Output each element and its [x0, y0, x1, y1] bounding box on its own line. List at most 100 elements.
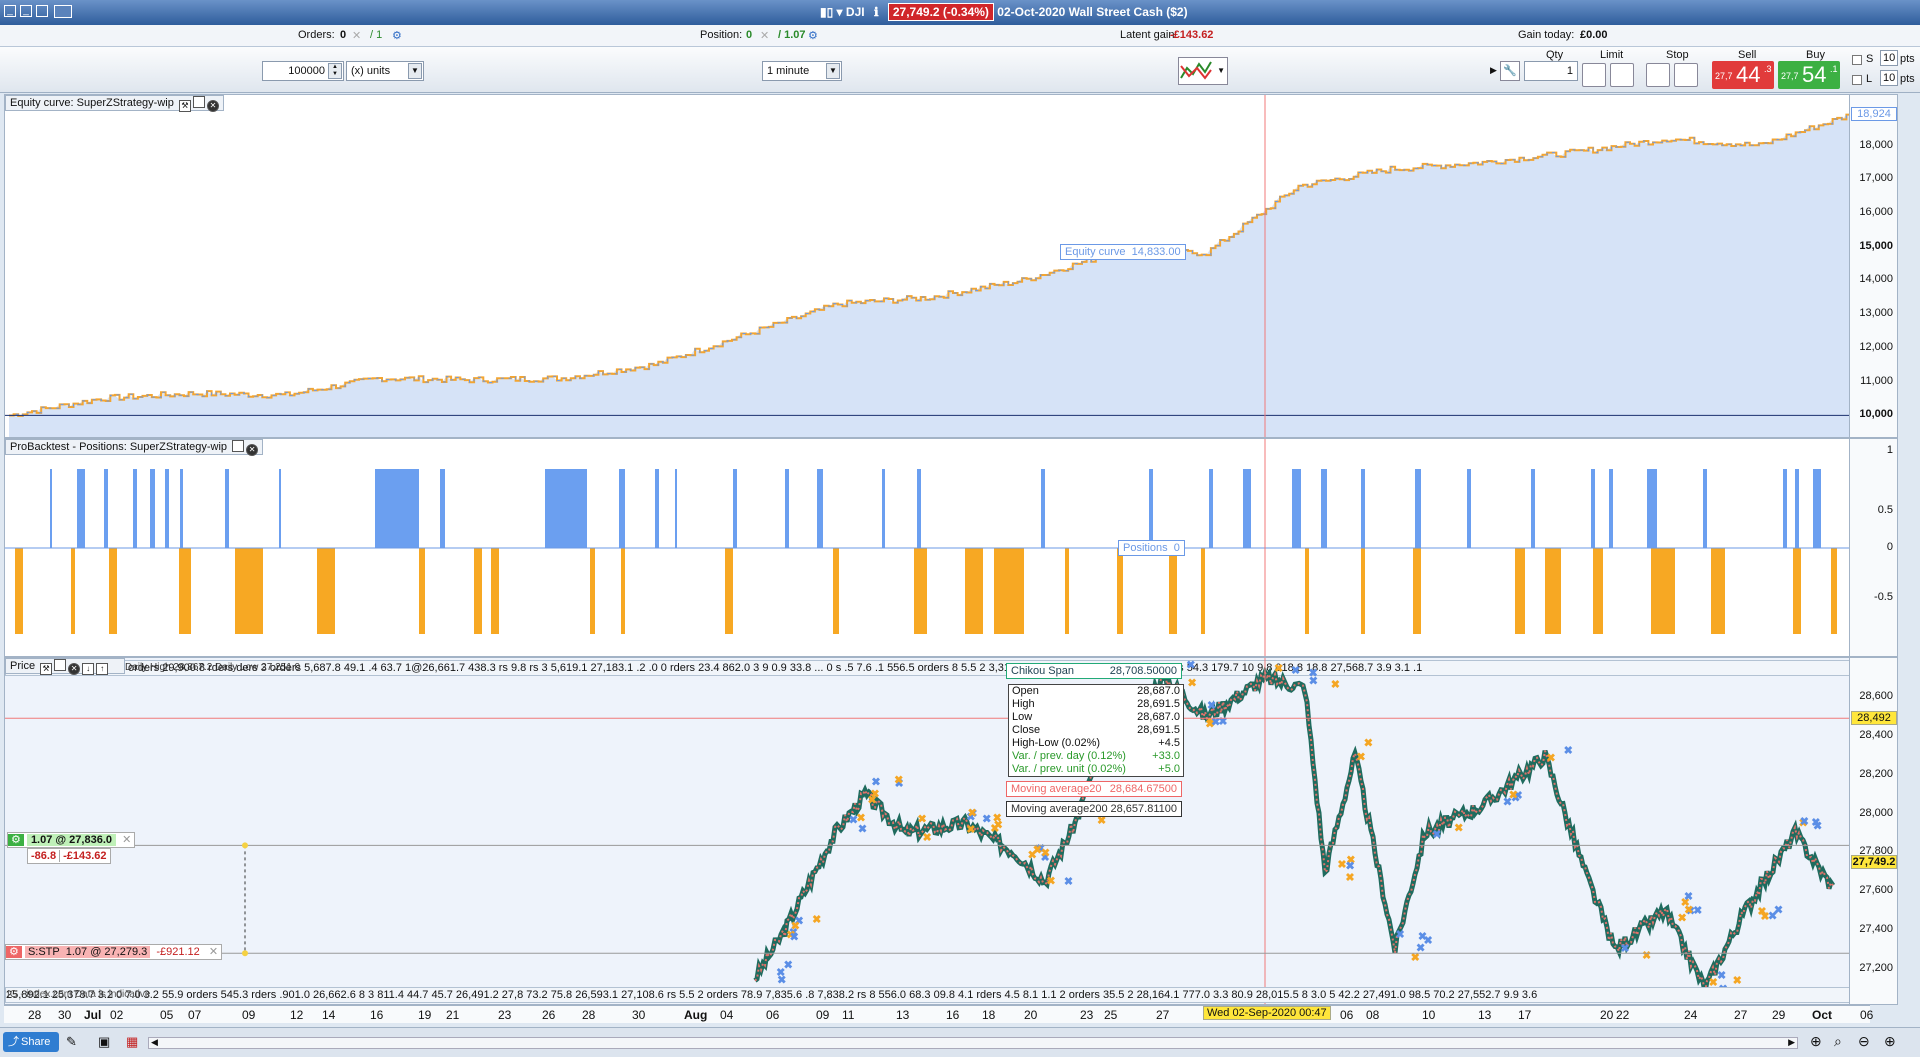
info-icon[interactable]: ℹ	[874, 5, 879, 19]
x-tick-label: 13	[1478, 1008, 1492, 1022]
short-position-bar	[491, 548, 499, 634]
wrench-icon[interactable]: ⚒	[40, 663, 53, 675]
close-order-icon[interactable]: ✕	[206, 946, 221, 958]
equity-curve-panel: Equity curve: SuperZStrategy-wip ⚒ ✕ 18,0…	[4, 94, 1898, 438]
zoom-in-icon[interactable]: ⊕	[1884, 1033, 1896, 1050]
close-icon[interactable]: ✕	[206, 100, 219, 112]
instrument-name[interactable]: DJI	[846, 5, 865, 19]
sell-button[interactable]: 27,7 44 .3	[1712, 61, 1774, 89]
wrench-icon[interactable]: 🔧	[1500, 61, 1520, 81]
long-position-bar	[133, 469, 137, 548]
ohlc-row-value: +33.0	[1152, 750, 1180, 762]
buy-limit-button[interactable]	[1582, 63, 1606, 87]
arrow-down-icon[interactable]: ↓	[82, 663, 95, 675]
stop-pts-value: 10	[1883, 52, 1896, 64]
sell-stop-button[interactable]	[1674, 63, 1698, 87]
l-label: L	[1866, 73, 1873, 85]
short-position-bar	[419, 548, 425, 634]
stop-pts-input[interactable]: 10	[1880, 50, 1898, 66]
current-date: 02-Oct-2020	[997, 5, 1066, 19]
timeframe-select[interactable]: 1 minute ▼	[762, 61, 842, 81]
limit-label: Limit	[1600, 49, 1624, 61]
settings-icon[interactable]: ⚙	[6, 946, 22, 958]
long-position-bar	[1591, 469, 1595, 548]
drawing-tools-icon[interactable]: ✎	[66, 1034, 77, 1050]
orders-detail-icon[interactable]: ⚙	[392, 29, 402, 42]
long-position-bar	[375, 469, 419, 548]
long-position-bar	[619, 469, 625, 548]
arrow-up-icon[interactable]: ↑	[96, 663, 109, 675]
position-points: -86.8	[31, 850, 57, 862]
x-tick-label: Oct	[1812, 1008, 1833, 1022]
price-candles	[753, 665, 1836, 993]
keyboard-icon[interactable]	[54, 5, 72, 18]
trade-marker: ✖	[1033, 845, 1042, 857]
sell-limit-button[interactable]	[1610, 63, 1634, 87]
qty-amount-input[interactable]: 100000 ▲ ▼	[262, 61, 344, 81]
ohlc-row: Var. / prev. unit (0.02%) +5.0	[1009, 763, 1183, 776]
equity-last-value: 18,924	[1851, 107, 1897, 122]
long-position-bar	[1243, 469, 1251, 548]
position-detail-icon[interactable]: ⚙	[808, 29, 818, 42]
settings-icon[interactable]: ⚙	[8, 834, 24, 846]
close-icon[interactable]: ✕	[68, 663, 81, 675]
spinner-icon[interactable]: ▲ ▼	[328, 63, 342, 79]
chart-indicator-icon	[1180, 61, 1212, 80]
stop-checkbox[interactable]	[1852, 55, 1862, 65]
scroll-right-icon[interactable]: ▶	[1788, 1037, 1795, 1048]
limit-pts-input[interactable]: 10	[1880, 70, 1898, 86]
close-position-icon[interactable]: ✕	[119, 834, 134, 846]
expand-icon[interactable]: ▶	[1490, 65, 1497, 76]
horizontal-scrollbar[interactable]: ◀ ▶	[148, 1037, 1798, 1049]
position-close-icon[interactable]: ✕	[760, 29, 769, 42]
minimize2-icon[interactable]: _	[20, 5, 32, 17]
screenshot-icon[interactable]: ▣	[98, 1034, 110, 1050]
buy-stop-button[interactable]	[1646, 63, 1670, 87]
x-tick-label: 28	[28, 1008, 42, 1022]
chevron-down-icon[interactable]: ▼	[408, 63, 422, 79]
qty-input[interactable]: 1	[1524, 61, 1578, 81]
orders-cancel-icon[interactable]: ✕	[352, 29, 361, 42]
status-bar: ⤴ Share ✎ ▣ ▦ ◀ ▶ ⊕ ⌕ ⊖ ⊕	[0, 1027, 1920, 1057]
position-tag[interactable]: ⚙ 1.07 @ 27,836.0 ✕	[7, 832, 136, 848]
zoom-fit-icon[interactable]: ⊕	[1810, 1033, 1822, 1050]
market-name: Wall Street Cash ($2)	[1068, 5, 1188, 19]
long-position-bar	[279, 469, 281, 548]
scroll-left-icon[interactable]: ◀	[151, 1037, 158, 1048]
close-icon[interactable]: ✕	[246, 444, 259, 456]
maximize-icon[interactable]	[36, 5, 48, 17]
indicator-icon[interactable]: ▦	[126, 1034, 138, 1050]
indicators-button[interactable]: ▼	[1178, 57, 1228, 85]
zoom-reset-icon[interactable]: ⌕	[1834, 1033, 1842, 1050]
trade-marker: ✖	[1432, 829, 1441, 841]
trade-marker: ✖	[1733, 975, 1742, 987]
window-icon[interactable]	[192, 96, 205, 108]
chevron-down-icon[interactable]: ▼	[1217, 66, 1225, 75]
share-button[interactable]: ⤴ Share	[3, 1032, 59, 1052]
buy-button[interactable]: 27,7 54 .1	[1778, 61, 1840, 89]
chikou-label: Chikou Span	[1011, 665, 1074, 677]
x-tick-label: 16	[946, 1008, 960, 1022]
buy-price: 54	[1802, 62, 1827, 87]
x-tick-label: 11	[842, 1008, 855, 1022]
stop-order-tag[interactable]: ⚙ S:STP 1.07 @ 27,279.3 -£921.12 ✕	[5, 944, 223, 960]
chevron-down-icon[interactable]: ▼	[826, 63, 840, 79]
limit-checkbox[interactable]	[1852, 75, 1862, 85]
price-ytick: 28,600	[1859, 690, 1893, 703]
qty-input-value: 1	[1566, 65, 1573, 77]
orders-total: / 1	[370, 29, 383, 41]
info-bar: Orders: 0 ✕ / 1 ⚙ Position: 0 ✕ / 1.07 ⚙…	[0, 25, 1920, 47]
zoom-out-icon[interactable]: ⊖	[1858, 1033, 1870, 1050]
window-icon[interactable]	[232, 440, 245, 452]
ohlc-row-label: High	[1012, 698, 1035, 710]
ohlc-row: Open 28,687.0	[1009, 685, 1183, 698]
wrench-icon[interactable]: ⚒	[178, 100, 191, 112]
x-tick-label: 12	[290, 1008, 304, 1022]
minimize-icon[interactable]: _	[4, 5, 16, 17]
units-select[interactable]: (x) units ▼	[346, 61, 424, 81]
trade-marker: ✖	[1642, 950, 1651, 962]
candles-icon[interactable]: ▮▯ ▾	[820, 5, 843, 19]
window-icon[interactable]	[54, 659, 67, 671]
trade-marker: ✖	[1693, 905, 1702, 917]
long-position-bar	[150, 469, 155, 548]
